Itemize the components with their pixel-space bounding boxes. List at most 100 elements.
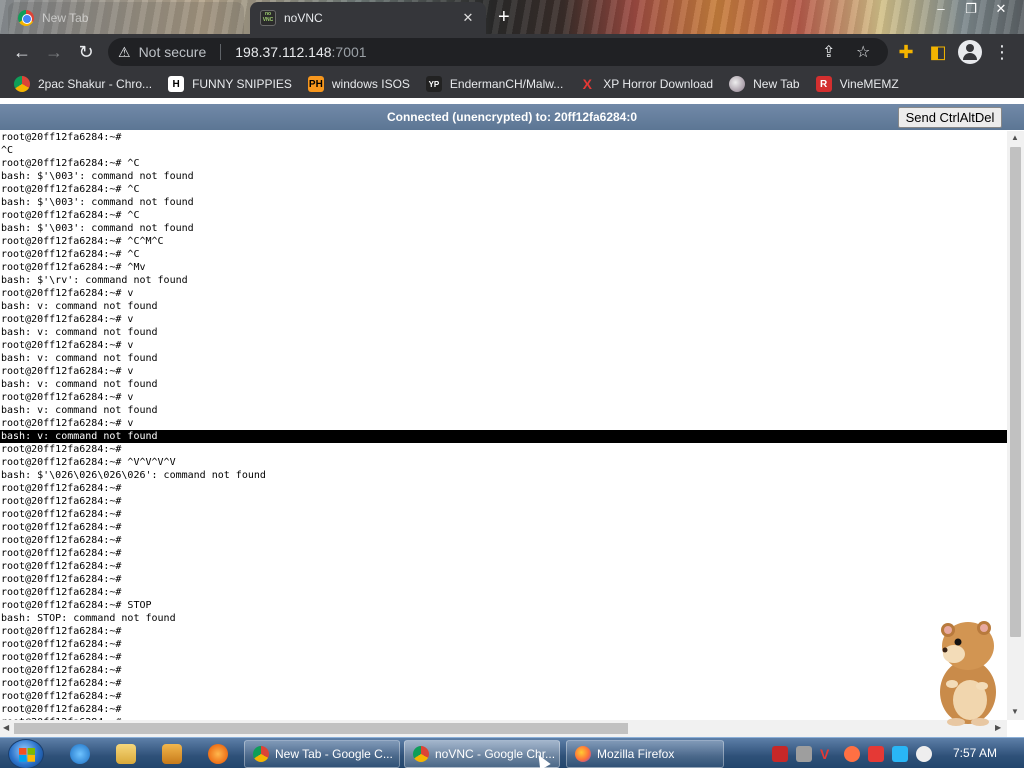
terminal-line: root@20ff12fa6284:~# <box>1 639 122 650</box>
terminal-line: root@20ff12fa6284:~# <box>1 691 122 702</box>
x-icon: X <box>582 76 592 92</box>
tray-monitor-icon[interactable] <box>892 746 908 762</box>
terminal-line: root@20ff12fa6284:~# <box>1 652 122 663</box>
yp-icon: YP <box>425 76 442 92</box>
taskbar-button-label: Mozilla Firefox <box>597 747 675 761</box>
send-ctrl-alt-del-button[interactable]: Send CtrlAltDel <box>898 107 1002 128</box>
tab-strip: New Tab no VNC noVNC ✕ + – ❐ ✕ <box>0 0 1024 34</box>
security-label: Not secure <box>138 44 207 60</box>
extensions-icon[interactable]: ✚ <box>894 40 918 64</box>
terminal-line: bash: $'\003': command not found <box>1 197 194 208</box>
warning-icon: ⚠ <box>118 43 131 60</box>
side-panel-icon[interactable]: ◧ <box>926 40 950 64</box>
address-bar[interactable]: ⚠ Not secure 198.37.112.148 :7001 ⇪ ☆ <box>108 38 888 66</box>
bookmark-2pac[interactable]: 2pac Shakur - Chro... <box>14 76 152 92</box>
taskbar-button-firefox[interactable]: Mozilla Firefox <box>566 740 724 768</box>
scroll-thumb[interactable] <box>14 723 628 734</box>
back-arrow-icon[interactable]: ← <box>10 40 34 64</box>
internet-explorer-icon[interactable] <box>70 744 90 764</box>
share-icon[interactable]: ⇪ <box>822 42 835 62</box>
tab-novnc[interactable]: no VNC noVNC ✕ <box>250 2 486 34</box>
chrome-icon <box>14 76 30 92</box>
tray-v-icon[interactable]: V <box>820 746 836 762</box>
profile-avatar-icon[interactable] <box>958 40 982 64</box>
terminal-line: root@20ff12fa6284:~# ^C <box>1 184 140 195</box>
reload-icon[interactable]: ↻ <box>74 40 98 64</box>
scroll-down-icon[interactable]: ▼ <box>1011 707 1019 716</box>
terminal-line: bash: v: command not found <box>0 430 1007 443</box>
h-icon: H <box>168 76 185 92</box>
screen: New Tab no VNC noVNC ✕ + – ❐ ✕ ← → ↻ ⚠ No… <box>0 0 1024 768</box>
scroll-left-icon[interactable]: ◀ <box>3 723 9 732</box>
bookmark-star-icon[interactable]: ☆ <box>856 42 870 62</box>
bookmark-label: 2pac Shakur - Chro... <box>38 77 153 91</box>
bookmark-funny-snippies[interactable]: H FUNNY SNIPPIES <box>168 76 292 92</box>
terminal-line: root@20ff12fa6284:~# ^Mv <box>1 262 146 273</box>
tray-app-icon[interactable] <box>772 746 788 762</box>
menu-dots-icon[interactable]: ⋮ <box>990 40 1014 64</box>
terminal-line: root@20ff12fa6284:~# STOP <box>1 600 152 611</box>
scroll-thumb[interactable] <box>1010 147 1021 637</box>
terminal-line: root@20ff12fa6284:~# ^C^M^C <box>1 236 164 247</box>
paint-icon[interactable] <box>208 744 228 764</box>
new-tab-button[interactable]: + <box>498 6 510 29</box>
tab-title: noVNC <box>284 11 323 25</box>
tray-settings-icon[interactable] <box>796 746 812 762</box>
close-window-button[interactable]: ✕ <box>986 0 1016 20</box>
divider <box>220 44 222 60</box>
close-tab-icon[interactable]: ✕ <box>460 10 476 26</box>
terminal-line: root@20ff12fa6284:~# <box>1 626 122 637</box>
terminal-line: root@20ff12fa6284:~# ^C <box>1 158 140 169</box>
bookmark-windows-isos[interactable]: PH windows ISOS <box>307 76 410 92</box>
bookmark-label: EndermanCH/Malw... <box>449 77 564 91</box>
terminal-line: root@20ff12fa6284:~# <box>1 522 122 533</box>
terminal-line: bash: $'\026\026\026\026': command not f… <box>1 470 266 481</box>
tray-flag-icon[interactable] <box>868 746 884 762</box>
remote-terminal[interactable]: root@20ff12fa6284:~# ^C root@20ff12fa6284:… <box>0 131 1007 720</box>
bookmark-new-tab[interactable]: New Tab <box>729 76 800 92</box>
terminal-line: root@20ff12fa6284:~# v <box>1 392 134 403</box>
address-host: 198.37.112.148 <box>235 44 332 60</box>
terminal-line: root@20ff12fa6284:~# <box>1 561 122 572</box>
forward-arrow-icon[interactable]: → <box>42 40 66 64</box>
maximize-button[interactable]: ❐ <box>956 0 986 20</box>
taskbar-clock[interactable]: 7:57 AM <box>946 738 1004 768</box>
bookmark-vinememz[interactable]: R VineMEMZ <box>815 76 899 92</box>
minimize-button[interactable]: – <box>926 0 956 20</box>
windows-taskbar: New Tab - Google C... noVNC - Google Chr… <box>0 737 1024 768</box>
explorer-folder-icon[interactable] <box>116 744 136 764</box>
terminal-line: root@20ff12fa6284:~# v <box>1 418 134 429</box>
terminal-line: root@20ff12fa6284:~# <box>1 483 122 494</box>
firefox-icon <box>575 746 591 762</box>
taskbar-button-label: New Tab - Google C... <box>275 747 393 761</box>
media-player-icon[interactable] <box>162 744 182 764</box>
horizontal-scrollbar[interactable]: ◀ ▶ <box>0 720 1007 737</box>
tray-search-icon[interactable] <box>844 746 860 762</box>
terminal-line: root@20ff12fa6284:~# <box>1 444 122 455</box>
vertical-scrollbar[interactable]: ▲ ▼ <box>1007 131 1024 720</box>
bookmark-endermanch[interactable]: YP EndermanCH/Malw... <box>425 76 564 92</box>
taskbar-button-new-tab[interactable]: New Tab - Google C... <box>244 740 400 768</box>
terminal-line: root@20ff12fa6284:~# <box>1 665 122 676</box>
bookmarks-bar: 2pac Shakur - Chro... H FUNNY SNIPPIES P… <box>0 70 1024 98</box>
terminal-line: root@20ff12fa6284:~# <box>1 704 122 715</box>
terminal-line: root@20ff12fa6284:~# <box>1 678 122 689</box>
bookmark-label: windows ISOS <box>331 77 410 91</box>
terminal-line: root@20ff12fa6284:~# ^C <box>1 249 140 260</box>
terminal-line: root@20ff12fa6284:~# v <box>1 340 134 351</box>
r-icon: R <box>815 76 832 92</box>
terminal-line: root@20ff12fa6284:~# ^C <box>1 210 140 221</box>
terminal-line: bash: $'\rv': command not found <box>1 275 188 286</box>
bookmark-label: New Tab <box>753 77 800 91</box>
tab-new-tab[interactable]: New Tab <box>8 2 244 34</box>
chrome-icon <box>413 746 429 762</box>
terminal-line: bash: $'\003': command not found <box>1 223 194 234</box>
bookmark-xp-horror[interactable]: X XP Horror Download <box>579 76 714 92</box>
tray-volume-icon[interactable] <box>916 746 932 762</box>
start-button[interactable] <box>8 739 44 768</box>
scroll-up-icon[interactable]: ▲ <box>1011 133 1019 142</box>
terminal-line: bash: v: command not found <box>1 353 158 364</box>
chrome-icon <box>18 10 34 26</box>
terminal-line: root@20ff12fa6284:~# v <box>1 366 134 377</box>
ph-icon: PH <box>307 76 324 92</box>
